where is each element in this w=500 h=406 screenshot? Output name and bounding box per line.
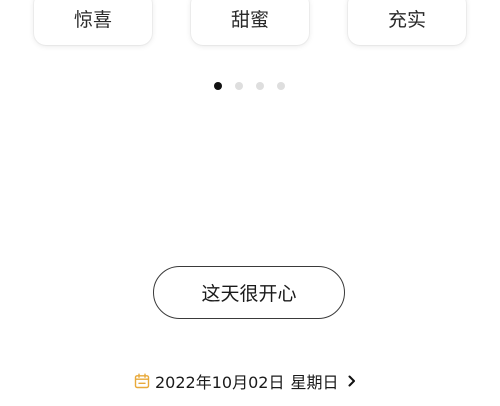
selected-date: 2022年10月02日 [155, 373, 285, 392]
page-dot-2[interactable] [235, 82, 243, 90]
page-dot-1[interactable] [214, 82, 222, 90]
page-dot-4[interactable] [277, 82, 285, 90]
mood-chip-fulfilled[interactable]: 充实 [348, 0, 466, 45]
page-indicator [214, 82, 285, 90]
mood-chip-surprise[interactable]: 惊喜 [34, 0, 152, 45]
mood-chip-label: 惊喜 [73, 9, 112, 31]
mood-chip-label: 甜蜜 [230, 9, 269, 31]
chevron-right-icon [348, 375, 356, 387]
date-selector[interactable]: 2022年10月02日 星期日 [134, 370, 357, 392]
calendar-icon [134, 373, 150, 389]
page-dot-3[interactable] [256, 82, 264, 90]
mood-chip-sweet[interactable]: 甜蜜 [191, 0, 309, 45]
happy-day-button-label: 这天很开心 [201, 283, 297, 305]
selected-weekday: 星期日 [290, 373, 339, 392]
mood-chip-label: 充实 [387, 9, 426, 31]
happy-day-button[interactable]: 这天很开心 [153, 266, 345, 319]
